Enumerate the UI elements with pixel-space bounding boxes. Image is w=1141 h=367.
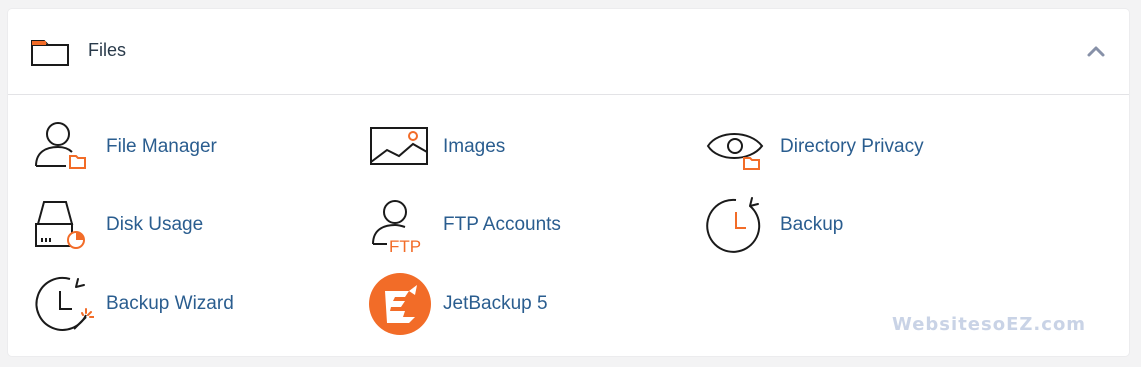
section-title: Files	[88, 40, 127, 60]
files-panel: Files File Manager Images Directory Priv…	[8, 9, 1129, 356]
item-label: Backup	[780, 214, 844, 235]
backup-wizard-icon	[35, 276, 94, 331]
images-icon	[370, 127, 428, 165]
backup-icon	[706, 197, 761, 253]
item-label: Directory Privacy	[780, 136, 924, 157]
item-label: FTP Accounts	[443, 214, 561, 235]
disk-usage-icon	[35, 201, 85, 249]
jetbackup-icon	[369, 273, 431, 335]
watermark-text: WebsitesoEZ.com	[892, 314, 1087, 335]
file-manager-icon	[35, 122, 86, 169]
item-label: Disk Usage	[106, 214, 204, 235]
files-section-header[interactable]: Files	[8, 9, 1129, 95]
item-label: File Manager	[106, 136, 217, 157]
chevron-up-icon[interactable]	[1084, 41, 1108, 61]
directory-privacy-icon	[706, 133, 764, 170]
item-label: Images	[443, 136, 506, 157]
folder-icon	[31, 40, 69, 66]
ftp-accounts-icon: FTP	[372, 200, 421, 256]
item-label: JetBackup 5	[443, 293, 548, 314]
ftp-icon-text: FTP	[389, 237, 421, 256]
item-label: Backup Wizard	[106, 293, 234, 314]
